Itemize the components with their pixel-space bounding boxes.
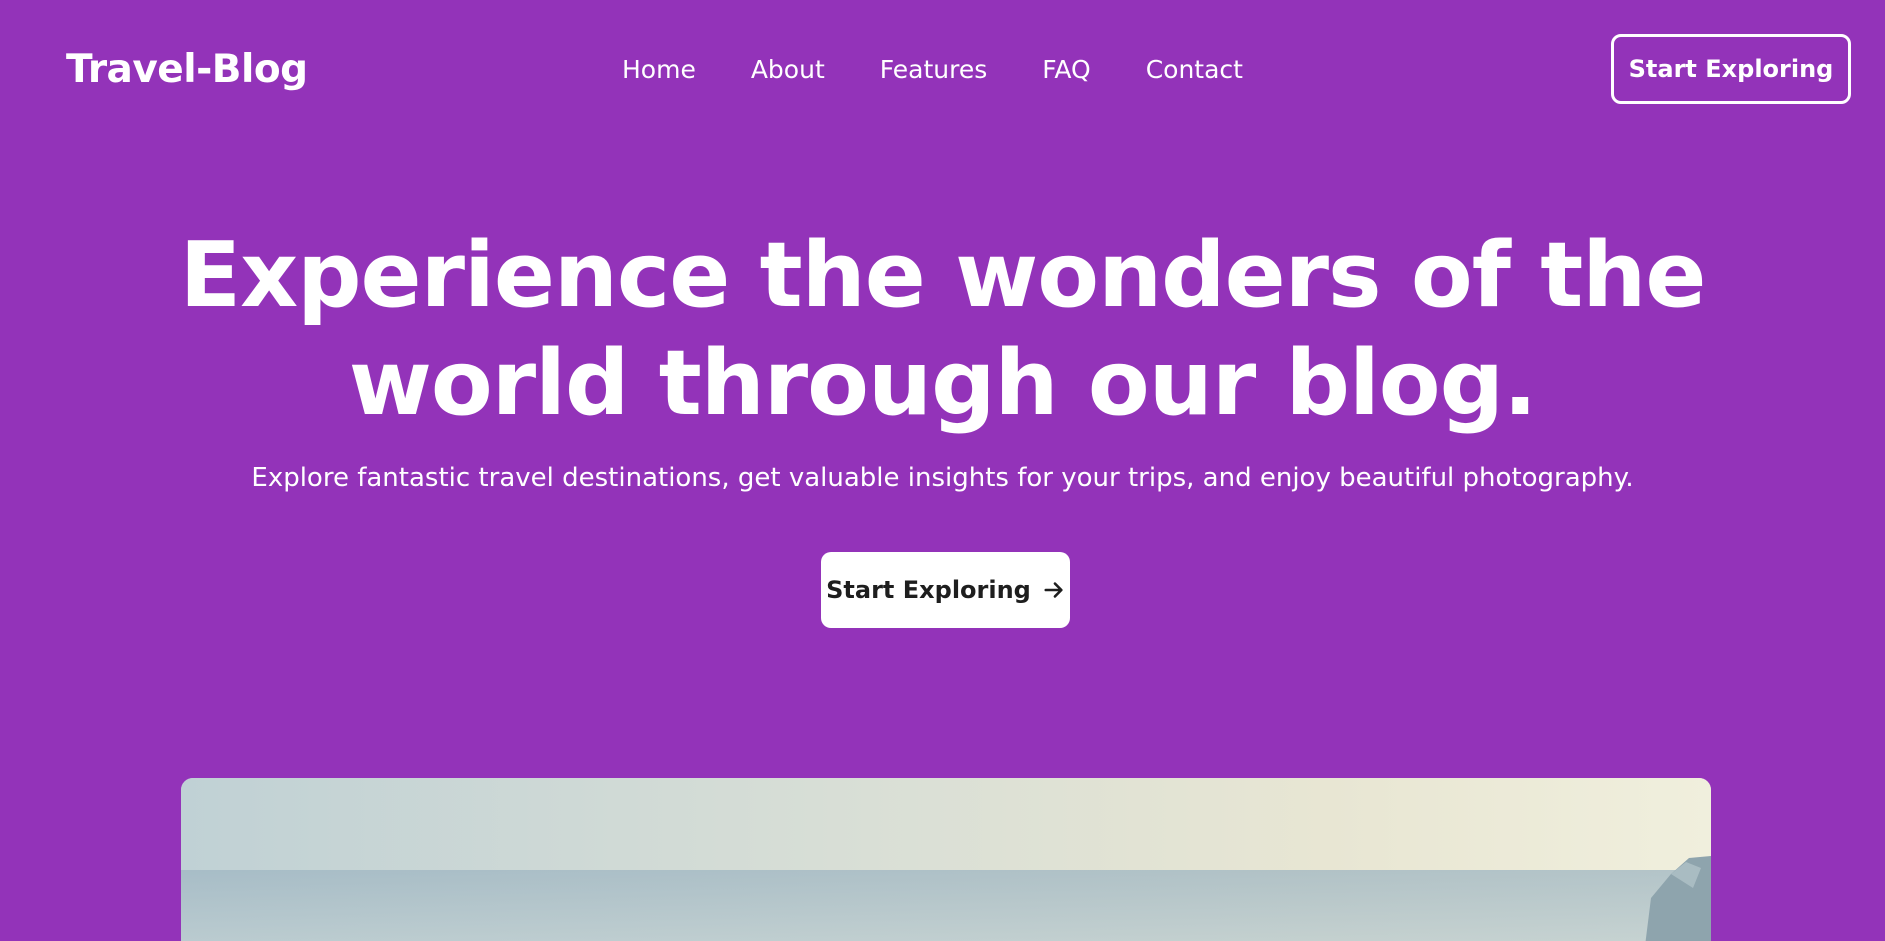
hero-cta-label: Start Exploring — [826, 576, 1031, 604]
hero-landscape-image — [181, 778, 1711, 941]
hero-subtitle: Explore fantastic travel destinations, g… — [251, 463, 1634, 493]
header-start-exploring-button[interactable]: Start Exploring — [1611, 34, 1851, 104]
hero-start-exploring-button[interactable]: Start Exploring — [821, 552, 1070, 628]
nav-item-faq[interactable]: FAQ — [1042, 52, 1090, 88]
hero-title-line-1: Experience the wonders of the — [179, 223, 1707, 328]
site-header: Travel-Blog Home About Features FAQ Cont… — [0, 0, 1885, 140]
site-logo[interactable]: Travel-Blog — [66, 46, 308, 94]
nav-item-about[interactable]: About — [751, 52, 825, 88]
page: Travel-Blog Home About Features FAQ Cont… — [0, 0, 1885, 941]
main-nav: Home About Features FAQ Contact — [622, 52, 1243, 88]
arrow-right-icon — [1043, 579, 1065, 601]
nav-item-home[interactable]: Home — [622, 52, 696, 88]
hero-title-line-2: world through our blog. — [348, 331, 1538, 436]
nav-item-features[interactable]: Features — [880, 52, 988, 88]
hero-title: Experience the wonders of the world thro… — [0, 222, 1885, 438]
nav-item-contact[interactable]: Contact — [1146, 52, 1243, 88]
